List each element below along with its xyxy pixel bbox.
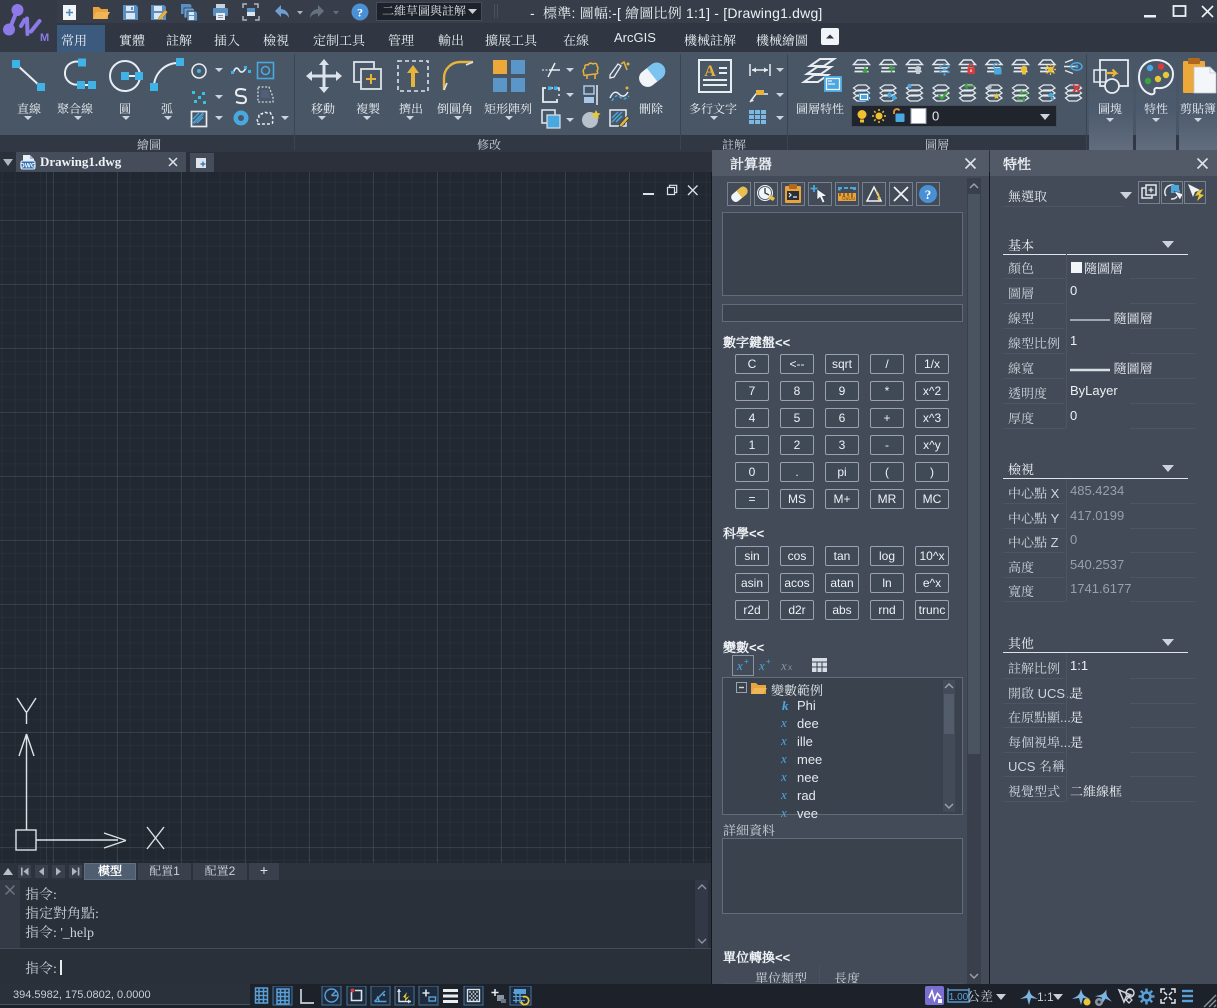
svg-text:x: x — [780, 770, 787, 784]
svg-text:x: x — [780, 752, 787, 766]
svg-text:UuUu: UuUu — [842, 196, 855, 202]
svg-text:0: 0 — [932, 109, 939, 124]
svg-text:k: k — [782, 698, 789, 712]
svg-text:1:1: 1:1 — [1037, 990, 1054, 1004]
svg-text:A: A — [704, 63, 716, 80]
svg-text:x: x — [758, 658, 765, 673]
svg-text:x: x — [736, 658, 743, 673]
svg-text:公差: 公差 — [967, 986, 993, 1005]
svg-text:+: + — [766, 657, 771, 666]
svg-text:?: ? — [925, 187, 932, 202]
svg-text:DWG: DWG — [20, 163, 36, 170]
svg-text:x: x — [780, 658, 787, 673]
svg-text:1.00: 1.00 — [949, 992, 969, 1003]
svg-text:+: + — [744, 657, 749, 666]
svg-text:?: ? — [357, 6, 363, 20]
svg-text:x: x — [780, 716, 787, 730]
svg-text:x: x — [788, 663, 792, 672]
svg-text:x: x — [780, 734, 787, 748]
svg-text:M: M — [40, 32, 49, 44]
svg-text:x: x — [780, 788, 787, 802]
svg-text:x: x — [780, 806, 787, 820]
